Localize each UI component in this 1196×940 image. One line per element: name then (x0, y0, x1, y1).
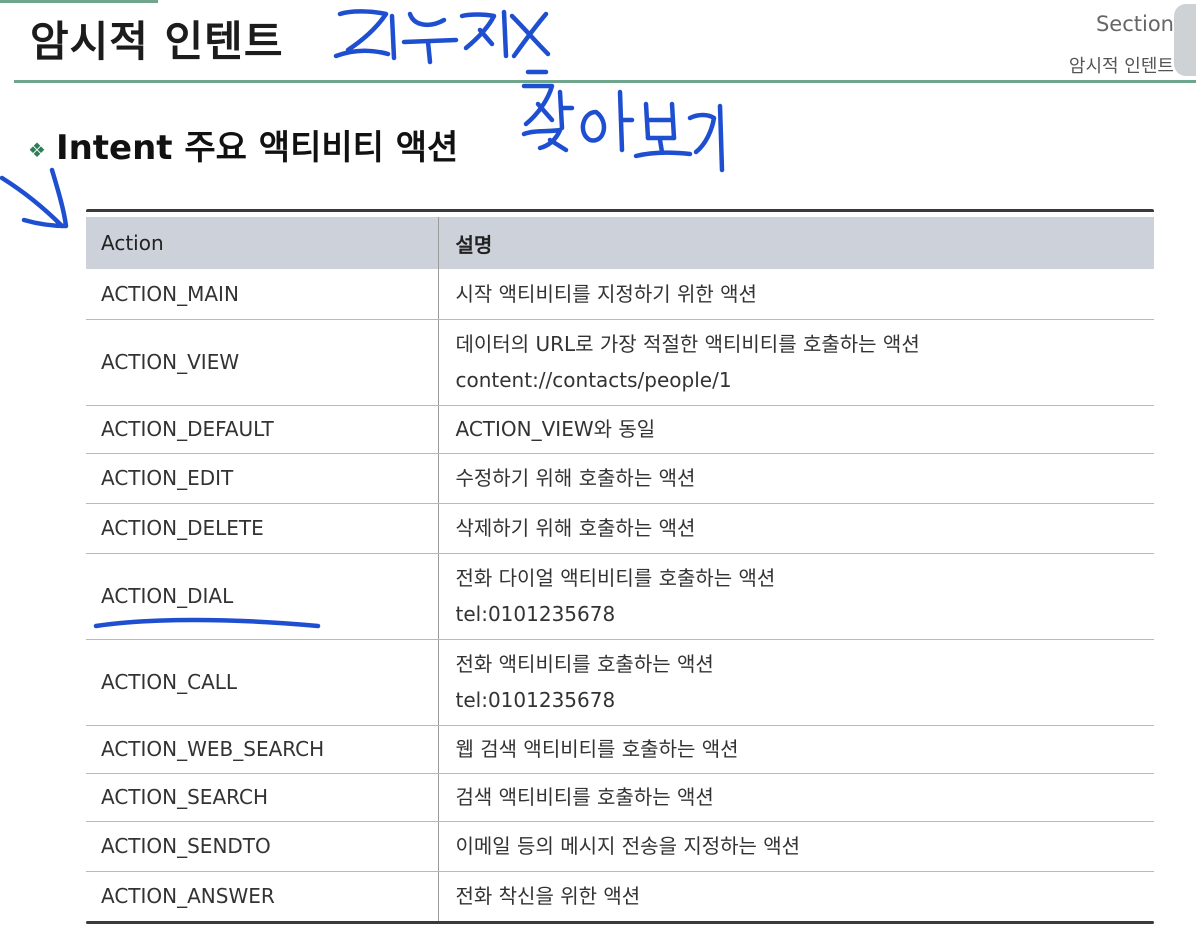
ink-stroke (617, 89, 625, 153)
table-row: ACTION_SENDTO 이메일 등의 메시지 전송을 지정하는 액션 (86, 821, 1154, 872)
description-cell: 전화 액티비티를 호출하는 액션 tel:0101235678 (437, 639, 1154, 726)
ink-stroke (521, 83, 555, 127)
action-cell: ACTION_DIAL (86, 553, 438, 640)
table-bottom-rule (86, 921, 1154, 924)
description-line: 전화 다이얼 액티비티를 호출하는 액션 (455, 566, 776, 590)
description-line: 전화 착신을 위한 액션 (455, 884, 641, 909)
ink-stroke (333, 48, 391, 59)
description-cell: 시작 액티비티를 지정하기 위한 액션 (437, 269, 1154, 320)
action-cell: ACTION_DELETE (86, 503, 438, 554)
table-row: ACTION_CALL 전화 액티비티를 호출하는 액션 tel:010123567… (86, 639, 1154, 726)
description-cell: 웹 검색 액티비티를 호출하는 액션 (437, 725, 1154, 774)
top-accent-bar (0, 0, 158, 3)
table-row: ACTION_DEFAULT ACTION_VIEW와 동일 (86, 405, 1154, 454)
description-cell: 검색 액티비티를 호출하는 액션 (437, 773, 1154, 822)
description-cell: 삭제하기 위해 호출하는 액션 (437, 503, 1154, 554)
description-line: 검색 액티비티를 호출하는 액션 (455, 785, 714, 809)
action-cell: ACTION_CALL (86, 639, 438, 726)
description-line: 전화 액티비티를 호출하는 액션 (455, 652, 714, 676)
table-row: ACTION_MAIN 시작 액티비티를 지정하기 위한 액션 (86, 269, 1154, 320)
description-line: content://contacts/people/1 (455, 368, 732, 392)
description-cell: ACTION_VIEW와 동일 (437, 405, 1154, 454)
ink-stroke (580, 109, 607, 143)
ink-stroke (477, 27, 495, 47)
column-header-action: Action (86, 217, 438, 269)
ink-stroke (407, 11, 447, 28)
table-row: ACTION_VIEW 데이터의 URL로 가장 적절한 액티비티를 호출하는 액… (86, 319, 1154, 406)
ink-stroke (535, 101, 555, 123)
description-cell: 수정하기 위해 호출하는 액션 (437, 453, 1154, 504)
subheading: ❖ Intent 주요 액티비티 액션 (28, 128, 458, 170)
description-line: 이메일 등의 메시지 전송을 지정하는 액션 (455, 834, 801, 858)
description-line: 수정하기 위해 호출하는 액션 (455, 466, 696, 490)
ink-stroke (389, 13, 397, 61)
table-row: ACTION_WEB_SEARCH 웹 검색 액티비티를 호출하는 액션 (86, 725, 1154, 774)
ink-stroke (425, 39, 433, 65)
page-title: 암시적 인텐트 (30, 17, 284, 66)
ink-stroke (509, 13, 551, 57)
ink-stroke (669, 101, 677, 141)
action-cell: ACTION_DEFAULT (86, 405, 438, 454)
table-row: ACTION_DIAL 전화 다이얼 액티비티를 호출하는 액션 tel:01012… (86, 553, 1154, 640)
description-line: 삭제하기 위해 호출하는 액션 (455, 516, 696, 540)
table-row: ACTION_EDIT 수정하기 위해 호출하는 액션 (86, 453, 1154, 504)
action-cell: ACTION_SEARCH (86, 773, 438, 822)
table-row: ACTION_DELETE 삭제하기 위해 호출하는 액션 (86, 503, 1154, 554)
section-label: Section (1095, 12, 1174, 36)
ink-stroke (547, 137, 569, 153)
action-cell: ACTION_WEB_SEARCH (86, 725, 438, 774)
ink-stroke (511, 11, 549, 59)
actions-table: Action 설명 ACTION_MAIN 시작 액티비티를 지정하기 위한 액션… (86, 217, 1154, 921)
description-cell: 이메일 등의 메시지 전송을 지정하는 액션 (437, 821, 1154, 872)
description-line: 시작 액티비티를 지정하기 위한 액션 (455, 281, 757, 306)
description-line: 웹 검색 액티비티를 호출하는 액션 (455, 737, 739, 761)
description-line: 데이터의 URL로 가장 적절한 액티비티를 호출하는 액션 (455, 332, 920, 356)
ink-arrow-head (21, 167, 69, 229)
description-cell: 전화 착신을 위한 액션 (437, 871, 1154, 921)
side-tab[interactable] (1174, 4, 1196, 76)
ink-stroke (633, 150, 693, 159)
ink-stroke (521, 127, 563, 151)
ink-stroke (459, 12, 497, 51)
column-header-description: 설명 (437, 217, 1154, 269)
actions-table-container: Action 설명 ACTION_MAIN 시작 액티비티를 지정하기 위한 액션… (86, 209, 1154, 924)
description-cell: 데이터의 URL로 가장 적절한 액티비티를 호출하는 액션 content://… (437, 319, 1154, 406)
table-row: ACTION_SEARCH 검색 액티비티를 호출하는 액션 (86, 773, 1154, 822)
ink-stroke (643, 101, 651, 141)
action-cell: ACTION_SENDTO (86, 821, 438, 872)
table-header-row: Action 설명 (86, 217, 1154, 269)
table-row: ACTION_ANSWER 전화 착신을 위한 액션 (86, 871, 1154, 921)
diamond-bullet-icon: ❖ (28, 137, 46, 162)
ink-stroke (501, 9, 509, 59)
ink-stroke (687, 112, 717, 155)
action-cell: ACTION_ANSWER (101, 884, 275, 909)
action-cell: ACTION_EDIT (86, 453, 438, 504)
action-cell: ACTION_MAIN (86, 269, 438, 320)
title-divider (14, 80, 1196, 83)
ink-arrow-shaft (0, 175, 65, 229)
ink-stroke (337, 9, 389, 53)
description-cell: 전화 다이얼 액티비티를 호출하는 액션 tel:0101235678 (437, 553, 1154, 640)
ink-stroke (401, 37, 459, 45)
description-line: tel:0101235678 (455, 688, 616, 712)
action-cell: ACTION_VIEW (86, 319, 438, 406)
ink-stroke (557, 89, 565, 131)
ink-stroke (657, 137, 665, 155)
section-subtitle: 암시적 인텐트 (1068, 56, 1174, 77)
description-line: tel:0101235678 (455, 602, 616, 626)
subheading-text: Intent 주요 액티비티 액션 (55, 128, 459, 168)
description-line: ACTION_VIEW와 동일 (455, 417, 656, 441)
ink-stroke (717, 103, 725, 173)
table-top-rule (86, 209, 1154, 217)
